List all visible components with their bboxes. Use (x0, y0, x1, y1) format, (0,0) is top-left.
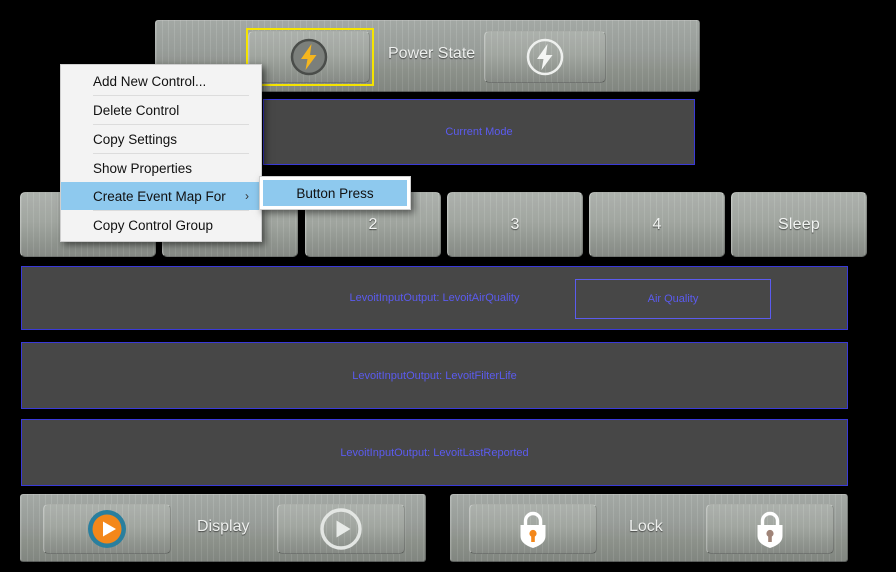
play-circle-off-icon (320, 508, 362, 550)
mode-button-2-label: 2 (368, 215, 378, 233)
context-menu-item-delete-control[interactable]: Delete Control (61, 96, 261, 124)
context-submenu-item-button-press[interactable]: Button Press (263, 180, 407, 206)
power-bolt-on-icon (290, 38, 328, 76)
mode-button-4[interactable]: 4 (589, 192, 725, 257)
context-menu-item-copy-control-group[interactable]: Copy Control Group (61, 211, 261, 239)
context-menu-item-add-new-control[interactable]: Add New Control... (61, 67, 261, 95)
context-menu-item-delete-control-label: Delete Control (93, 102, 180, 118)
play-circle-on-icon (88, 510, 126, 548)
display-on-button[interactable] (43, 504, 171, 554)
context-menu-item-copy-settings-label: Copy Settings (93, 131, 178, 147)
air-quality-panel[interactable]: LevoitInputOutput: LevoitAirQuality Air … (21, 266, 848, 330)
display-off-button[interactable] (277, 504, 405, 554)
mode-button-5[interactable]: Sleep (731, 192, 867, 257)
filter-life-panel-label: LevoitInputOutput: LevoitFilterLife (352, 369, 517, 382)
context-submenu-item-button-press-label: Button Press (296, 185, 374, 201)
current-mode-label: Current Mode (445, 126, 513, 138)
lock-label: Lock (629, 518, 663, 535)
mode-button-4-label: 4 (652, 215, 662, 233)
last-reported-panel-label: LevoitInputOutput: LevoitLastReported (340, 446, 529, 459)
air-quality-nested-box[interactable]: Air Quality (575, 279, 771, 319)
chevron-right-icon: › (245, 189, 249, 203)
context-menu-item-copy-settings[interactable]: Copy Settings (61, 125, 261, 153)
air-quality-nested-label: Air Quality (647, 293, 699, 305)
mode-button-3[interactable]: 3 (447, 192, 583, 257)
context-menu-item-create-event-map-for[interactable]: Create Event Map For › (61, 182, 261, 210)
display-label: Display (197, 518, 250, 535)
filter-life-panel[interactable]: LevoitInputOutput: LevoitFilterLife (21, 342, 848, 409)
context-submenu[interactable]: Button Press (259, 176, 411, 210)
last-reported-panel[interactable]: LevoitInputOutput: LevoitLastReported (21, 419, 848, 486)
context-menu-item-copy-control-group-label: Copy Control Group (93, 217, 214, 233)
lock-group[interactable]: Lock (450, 494, 848, 562)
display-group[interactable]: Display (20, 494, 426, 562)
power-on-button[interactable] (248, 31, 370, 83)
mode-button-5-label: Sleep (778, 215, 820, 233)
context-menu-item-create-event-map-for-label: Create Event Map For (93, 188, 226, 204)
lock-off-icon (757, 511, 783, 548)
power-bolt-off-icon (526, 38, 564, 76)
power-off-button[interactable] (484, 31, 606, 83)
lock-on-icon (520, 511, 546, 548)
current-mode-panel[interactable]: Current Mode (263, 99, 695, 165)
context-menu[interactable]: Add New Control... Delete Control Copy S… (60, 64, 262, 242)
app-root: Power State Current Mode 2 3 4 Sleep Lev… (0, 0, 896, 572)
context-menu-item-add-new-control-label: Add New Control... (93, 73, 207, 89)
lock-off-button[interactable] (706, 504, 834, 554)
power-state-label: Power State (388, 45, 476, 62)
lock-on-button[interactable] (469, 504, 597, 554)
context-menu-item-show-properties-label: Show Properties (93, 160, 193, 176)
context-menu-item-show-properties[interactable]: Show Properties (61, 154, 261, 182)
mode-button-3-label: 3 (510, 215, 520, 233)
